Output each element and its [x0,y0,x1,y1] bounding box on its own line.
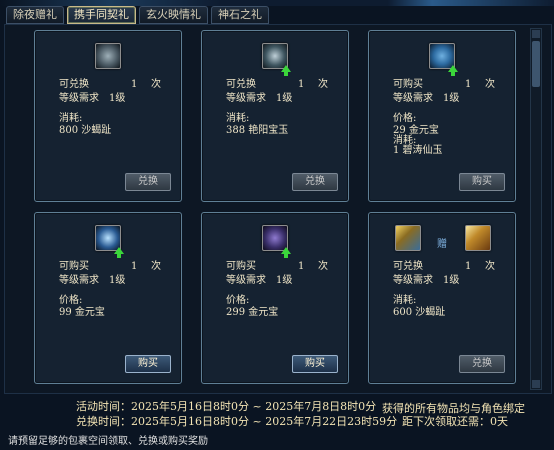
count-unit: 次 [485,261,495,272]
upgrade-arrow-icon [448,65,458,76]
count-unit: 次 [318,79,328,90]
item-icon[interactable] [429,43,458,76]
count-label: 可兑换 [393,261,423,272]
count-label: 可购买 [393,79,423,90]
reward-card-5: 可购买 1 次 等级需求 1级 价格: 299 金元宝 购买 [201,212,349,384]
reward-card-4: 可购买 1 次 等级需求 1级 价格: 99 金元宝 购买 [34,212,182,384]
count-label: 可兑换 [226,79,256,90]
next-claim-countdown: 距下次领取还需：0天 [402,415,508,428]
exchange-button[interactable]: 兑换 [459,355,505,373]
count-value: 1 [131,261,138,272]
tab-bar: 除夜赠礼 携手同契礼 玄火映情礼 神石之礼 [6,6,269,24]
level-requirement: 等级需求 1级 [59,93,126,104]
vertical-scrollbar[interactable] [530,28,542,390]
exchange-button[interactable]: 兑换 [292,173,338,191]
upgrade-arrow-icon [114,247,124,258]
tab-fire-love-gift[interactable]: 玄火映情礼 [139,6,208,24]
scroll-down-arrow-icon[interactable] [532,380,540,388]
activity-time: 活动时间：2025年5月16日8时0分 ~ 2025年7月8日8时0分 [76,400,377,413]
reward-card-6: 赠 可兑换 1 次 等级需求 1级 消耗: 600 沙蝎趾 兑换 [368,212,516,384]
level-requirement: 等级需求 1级 [226,93,293,104]
cost-label: 消耗: [59,113,83,124]
level-requirement: 等级需求 1级 [59,275,126,286]
count-unit: 次 [151,79,161,90]
count-unit: 次 [318,261,328,272]
tab-divine-stone-gift[interactable]: 神石之礼 [211,6,269,24]
price-label: 价格: [59,295,83,306]
cost-label: 消耗: [226,113,250,124]
item-icon[interactable] [95,43,121,69]
exchange-time: 兑换时间：2025年5月16日8时0分 ~ 2025年7月22日23时59分 [76,415,398,428]
upgrade-arrow-icon [281,65,291,76]
tab-hand-in-hand-gift[interactable]: 携手同契礼 [67,6,136,24]
item-icon-left[interactable] [395,225,421,251]
count-unit: 次 [151,261,161,272]
price-line: 299 金元宝 [226,307,279,318]
item-icon-right[interactable] [465,225,491,251]
scroll-up-arrow-icon[interactable] [532,30,540,38]
count-label: 可购买 [226,261,256,272]
price-label: 价格: [226,295,250,306]
count-value: 1 [131,79,138,90]
price-line: 99 金元宝 [59,307,105,318]
item-icon[interactable] [262,225,291,258]
bottom-notice: 请预留足够的包裹空间领取、兑换或购买奖励 [8,436,208,447]
level-requirement: 等级需求 1级 [393,275,460,286]
cost-line: 1 碧涛仙玉 [393,145,443,156]
exchange-button[interactable]: 兑换 [125,173,171,191]
count-label: 可兑换 [59,79,89,90]
price-label: 价格: [393,113,417,124]
reward-card-1: 可兑换 1 次 等级需求 1级 消耗: 800 沙蝎趾 兑换 [34,30,182,202]
count-value: 1 [465,261,472,272]
buy-button[interactable]: 购买 [125,355,171,373]
buy-button[interactable]: 购买 [292,355,338,373]
gift-word: 赠 [437,239,447,250]
count-unit: 次 [485,79,495,90]
count-value: 1 [298,261,305,272]
upgrade-arrow-icon [281,247,291,258]
cost-line: 600 沙蝎趾 [393,307,446,318]
reward-card-2: 可兑换 1 次 等级需求 1级 消耗: 388 艳阳宝玉 兑换 [201,30,349,202]
level-requirement: 等级需求 1级 [393,93,460,104]
tab-new-year-gift[interactable]: 除夜赠礼 [6,6,64,24]
item-icon[interactable] [95,225,124,258]
scroll-thumb[interactable] [532,41,540,87]
item-icon[interactable] [262,43,291,76]
reward-card-3: 可购买 1 次 等级需求 1级 价格: 29 金元宝 消耗: 1 碧涛仙玉 购买 [368,30,516,202]
count-value: 1 [465,79,472,90]
cost-label: 消耗: [393,295,417,306]
level-requirement: 等级需求 1级 [226,275,293,286]
cost-line: 800 沙蝎趾 [59,125,112,136]
cost-line: 388 艳阳宝玉 [226,125,289,136]
buy-button[interactable]: 购买 [459,173,505,191]
count-label: 可购买 [59,261,89,272]
count-value: 1 [298,79,305,90]
